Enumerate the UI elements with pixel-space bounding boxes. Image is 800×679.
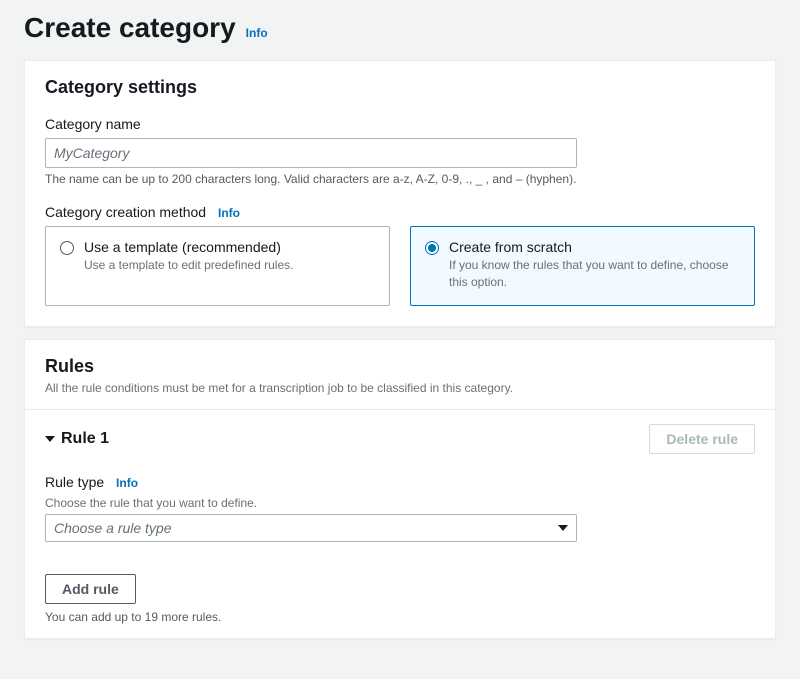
radio-icon bbox=[425, 241, 439, 255]
creation-method-info-link[interactable]: Info bbox=[218, 206, 240, 220]
rule-1-toggle[interactable]: Rule 1 bbox=[45, 430, 109, 448]
radio-scratch-title: Create from scratch bbox=[449, 239, 740, 255]
radio-template-desc: Use a template to edit predefined rules. bbox=[84, 257, 293, 274]
rule-1-title: Rule 1 bbox=[61, 430, 109, 448]
rule-type-label: Rule type bbox=[45, 474, 104, 490]
creation-method-label: Category creation method bbox=[45, 204, 206, 220]
rules-subtitle: All the rule conditions must be met for … bbox=[45, 381, 755, 395]
page-info-link[interactable]: Info bbox=[246, 26, 268, 40]
rules-title: Rules bbox=[45, 356, 755, 377]
category-settings-title: Category settings bbox=[45, 77, 755, 98]
category-name-input[interactable] bbox=[45, 138, 577, 168]
radio-card-template[interactable]: Use a template (recommended) Use a templ… bbox=[45, 226, 390, 306]
category-settings-panel: Category settings Category name The name… bbox=[24, 60, 776, 327]
category-name-helper: The name can be up to 200 characters lon… bbox=[45, 172, 755, 186]
add-rule-helper: You can add up to 19 more rules. bbox=[45, 610, 755, 624]
rule-type-info-link[interactable]: Info bbox=[116, 476, 138, 490]
category-name-label: Category name bbox=[45, 116, 755, 132]
rule-type-placeholder: Choose a rule type bbox=[54, 520, 172, 536]
radio-card-scratch[interactable]: Create from scratch If you know the rule… bbox=[410, 226, 755, 306]
radio-icon bbox=[60, 241, 74, 255]
rules-panel: Rules All the rule conditions must be me… bbox=[24, 339, 776, 639]
rule-type-select[interactable]: Choose a rule type bbox=[45, 514, 577, 542]
radio-template-title: Use a template (recommended) bbox=[84, 239, 293, 255]
delete-rule-button[interactable]: Delete rule bbox=[649, 424, 755, 454]
caret-down-icon bbox=[45, 436, 55, 442]
rule-type-hint: Choose the rule that you want to define. bbox=[45, 496, 755, 510]
radio-scratch-desc: If you know the rules that you want to d… bbox=[449, 257, 740, 291]
page-title: Create category bbox=[24, 12, 236, 44]
chevron-down-icon bbox=[558, 525, 568, 531]
